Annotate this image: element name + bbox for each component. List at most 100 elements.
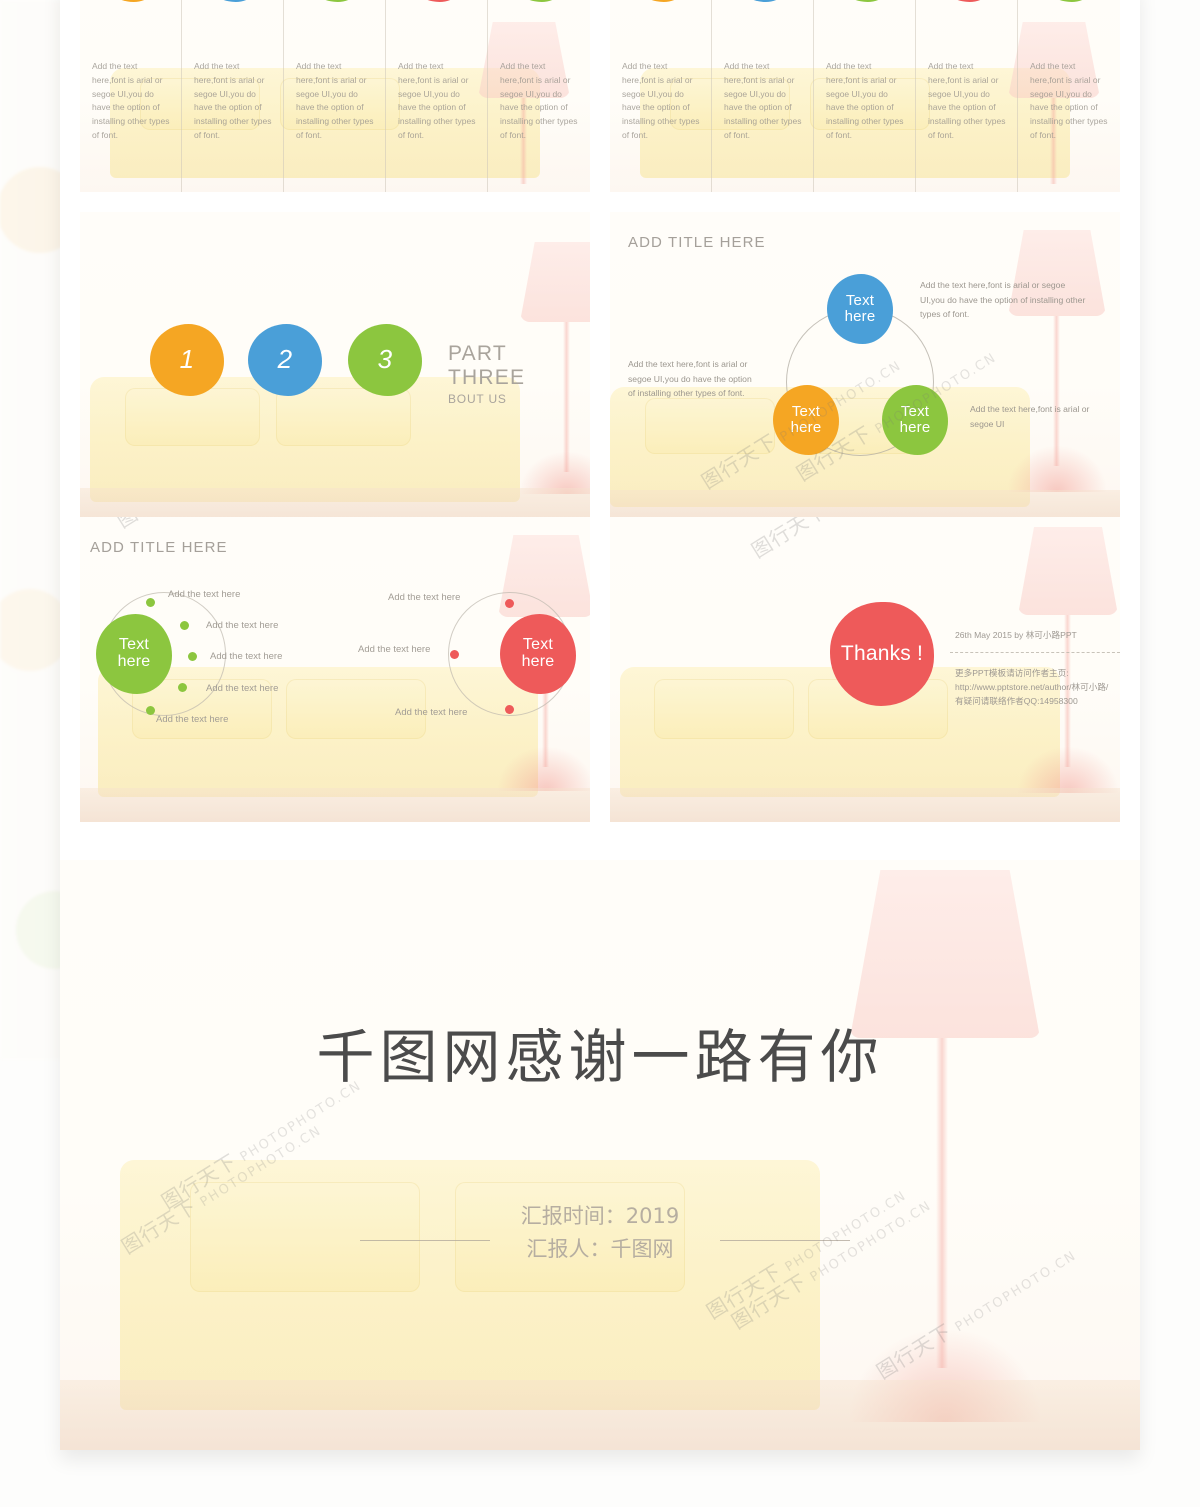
card-blob-green[interactable]: Text here [300,0,369,2]
card-body-text: Add the text here,font is arial or segoe… [724,61,802,140]
venn-node-orange[interactable]: Text here [773,385,839,455]
closing-reporter: 汇报人：千图网 [526,1236,674,1261]
step-number-2[interactable]: 2 [248,324,322,396]
orbit-dot[interactable] [146,598,155,607]
card-blob-green[interactable]: Text here [505,0,573,2]
card-column[interactable]: Text here Add the text here,font is aria… [814,0,916,192]
orbit-dot[interactable] [450,650,459,659]
card-column[interactable]: Text here Add the text here,font is aria… [488,0,590,192]
closing-meta: 汇报时间：2019 汇报人：千图网 [60,1200,1140,1265]
blob-line-2: here [844,308,876,325]
orbit-item-label: Add the text here [388,592,461,603]
card-blob-red[interactable]: Text here [932,0,1001,2]
card-blob-red[interactable]: Text here [402,0,471,2]
orbit-node-red[interactable]: Text here [500,614,576,694]
card-column[interactable]: Text here Add the text here,font is aria… [80,0,182,192]
slide-title: ADD TITLE HERE [90,539,228,556]
blob-line-2: here [117,653,151,670]
step-number-value: 2 [277,344,293,375]
venn-copy-left: Add the text here,font is arial or segoe… [628,359,752,399]
slide-orbit[interactable]: ADD TITLE HERE Text here Add the text he… [80,517,590,822]
thanks-credit-line-3: 有疑问请联络作者QQ:14958300 [955,696,1078,706]
blob-line-1: Text [900,403,930,421]
slide-thanks[interactable]: Thanks ! 26th May 2015 by 林可小路PPT 更多PPT模… [610,517,1120,822]
slide-part-three[interactable]: 1 2 3 PART THREE BOUT US [80,212,590,522]
venn-copy-top-right: Add the text here,font is arial or segoe… [920,280,1086,320]
step-number-3[interactable]: 3 [348,324,422,396]
orbit-item-label: Add the text here [358,644,431,655]
orbit-item-label: Add the text here [206,620,279,631]
orbit-dot[interactable] [180,621,189,630]
orbit-dot[interactable] [505,705,514,714]
blob-line-1: Text [845,292,875,310]
card-body-text: Add the text here,font is arial or segoe… [500,61,578,140]
watermark: 图行天下PHOTOPHOTO.CN [745,517,956,564]
card-blob-green[interactable]: Text here [830,0,899,2]
closing-title: 千图网感谢一路有你 [316,1023,884,1091]
watermark-mark: 图行天下 [747,517,832,563]
card-column[interactable]: Text here Add the text here,font is aria… [712,0,814,192]
slide-closing[interactable]: 千图网感谢一路有你 汇报时间：2019 汇报人：千图网 图行天下PHOTOPHO… [60,860,1140,1450]
thanks-credit-line-2[interactable]: http://www.pptstore.net/author/林可小路/ [955,681,1108,694]
preview-page: Text here Add the text here,font is aria… [0,0,1200,1507]
part-heading: PART THREE [448,342,526,389]
card-body-text: Add the text here,font is arial or segoe… [622,61,700,140]
blob-line-1: Text [118,636,150,654]
thanks-blob[interactable]: Thanks ! [830,602,934,706]
watermark: 图行天下PHOTOPHOTO.CN [110,517,321,534]
card-column[interactable]: Text here Add the text here,font is aria… [284,0,386,192]
card-blob-orange[interactable]: Text here [626,0,695,2]
card-body-text: Add the text here,font is arial or segoe… [1030,61,1108,140]
thanks-divider [950,652,1120,653]
card-blob-green[interactable]: Text here [1035,0,1103,2]
orbit-item-label: Add the text here [206,683,279,694]
card-body-text: Add the text here,font is arial or segoe… [928,61,1006,140]
blob-line-1: Text [522,636,554,654]
thanks-credit-line-1: 更多PPT模板请访问作者主页: [955,668,1069,678]
slide-title: ADD TITLE HERE [628,234,766,251]
part-heading-block: PART THREE BOUT US [448,342,590,406]
card-column[interactable]: Text here Add the text here,font is aria… [916,0,1018,192]
orbit-dot[interactable] [505,599,514,608]
blob-line-2: here [790,419,822,436]
closing-report-time: 汇报时间：2019 [520,1204,680,1228]
slide-background-art [60,860,1140,1450]
orbit-item-label: Add the text here [395,707,468,718]
card-body-text: Add the text here,font is arial or segoe… [398,61,476,140]
step-number-1[interactable]: 1 [150,324,224,396]
step-number-value: 3 [377,344,393,375]
card-blob-orange[interactable]: Text here [96,0,165,2]
card-column[interactable]: Text here Add the text here,font is aria… [386,0,488,192]
orbit-node-green[interactable]: Text here [96,614,172,694]
card-column[interactable]: Text here Add the text here,font is aria… [182,0,284,192]
orbit-item-label: Add the text here [210,651,283,662]
blob-line-2: here [521,653,555,670]
card-body-text: Add the text here,font is arial or segoe… [296,61,374,140]
slide-cards-right[interactable]: Text here Add the text here,font is aria… [610,0,1120,192]
slide-cards-left[interactable]: Text here Add the text here,font is aria… [80,0,590,192]
orbit-item-label: Add the text here [168,589,241,600]
orbit-dot[interactable] [178,683,187,692]
card-column[interactable]: Text here Add the text here,font is aria… [610,0,712,192]
thanks-label: Thanks ! [840,641,924,665]
thanks-date: 26th May 2015 by 林可小路PPT [955,630,1077,640]
card-blob-blue[interactable]: Text here [198,0,267,2]
part-subheading: BOUT US [448,392,507,406]
watermark-mark: 图行天下 [872,1318,957,1384]
slide-venn[interactable]: ADD TITLE HERE Text here Text here Text … [610,212,1120,522]
orbit-dot[interactable] [188,652,197,661]
blob-line-2: here [899,419,931,436]
venn-node-green[interactable]: Text here [882,385,948,455]
orbit-dot[interactable] [146,706,155,715]
orbit-item-label: Add the text here [156,714,229,725]
card-blob-blue[interactable]: Text here [728,0,797,2]
card-body-text: Add the text here,font is arial or segoe… [92,61,170,140]
blob-line-1: Text [791,403,821,421]
watermark-mark: 图行天下 [727,1268,812,1334]
venn-copy-bottom-right: Add the text here,font is arial or segoe… [970,404,1090,429]
card-body-text: Add the text here,font is arial or segoe… [194,61,272,140]
card-column[interactable]: Text here Add the text here,font is aria… [1018,0,1120,192]
step-number-value: 1 [179,344,195,375]
card-body-text: Add the text here,font is arial or segoe… [826,61,904,140]
venn-node-blue[interactable]: Text here [827,274,893,344]
